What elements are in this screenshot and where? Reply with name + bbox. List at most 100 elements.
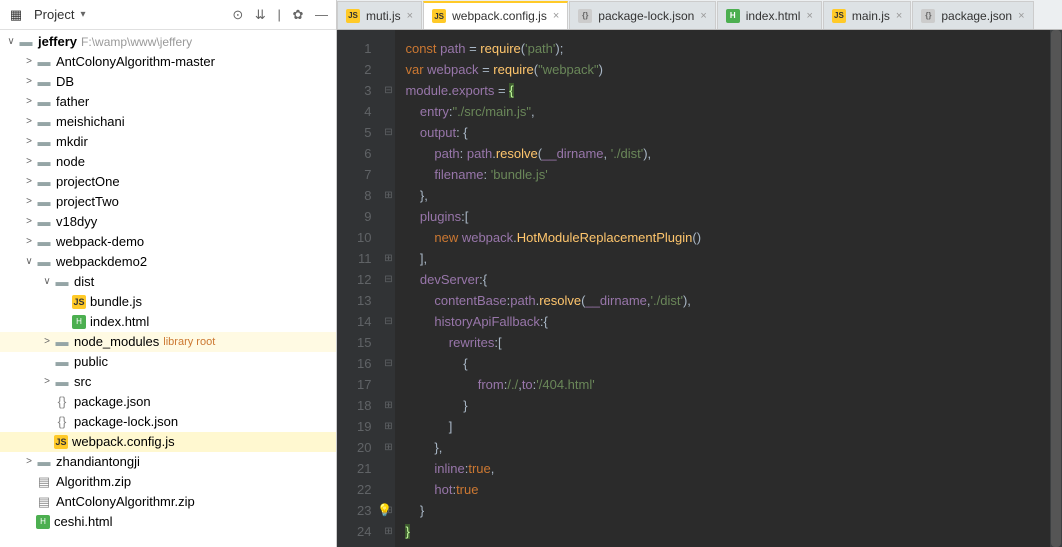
code-line[interactable]: module.exports = {	[405, 80, 1062, 101]
fold-marker[interactable]: ⊟	[381, 122, 395, 143]
tree-item[interactable]: >▬AntColonyAlgorithm-master	[0, 52, 336, 72]
fold-marker[interactable]	[381, 164, 395, 185]
dropdown-icon[interactable]: ▾	[80, 9, 85, 20]
expand-icon[interactable]: >	[22, 172, 36, 192]
expand-icon[interactable]: ∨	[22, 252, 36, 272]
close-icon[interactable]: ×	[1018, 10, 1024, 22]
collapse-icon[interactable]: ⇊	[255, 7, 266, 22]
expand-icon[interactable]: >	[22, 92, 36, 112]
fold-marker[interactable]: ⊞	[381, 521, 395, 542]
expand-icon[interactable]: >	[40, 372, 54, 392]
code-line[interactable]: new webpack.HotModuleReplacementPlugin()	[405, 227, 1062, 248]
close-icon[interactable]: ×	[896, 10, 902, 22]
scrollbar-track[interactable]	[1050, 30, 1062, 547]
code-line[interactable]: plugins:[	[405, 206, 1062, 227]
tree-item[interactable]: >▬node_moduleslibrary root	[0, 332, 336, 352]
expand-icon[interactable]: >	[22, 192, 36, 212]
fold-marker[interactable]	[381, 101, 395, 122]
tree-item[interactable]: >▬meishichani	[0, 112, 336, 132]
tree-item[interactable]: Hindex.html	[0, 312, 336, 332]
close-icon[interactable]: ×	[553, 10, 559, 22]
fold-marker[interactable]	[381, 374, 395, 395]
tree-item[interactable]: ▬public	[0, 352, 336, 372]
fold-marker[interactable]: ⊞	[381, 416, 395, 437]
project-tree[interactable]: ∨ ▬ jeffery F:\wamp\www\jeffery >▬AntCol…	[0, 30, 336, 547]
fold-marker[interactable]	[381, 458, 395, 479]
tree-item[interactable]: ∨▬webpackdemo2	[0, 252, 336, 272]
code-line[interactable]: contentBase:path.resolve(__dirname,'./di…	[405, 290, 1062, 311]
tree-item[interactable]: >▬zhandiantongji	[0, 452, 336, 472]
expand-icon[interactable]: ∨	[40, 272, 54, 292]
expand-icon[interactable]: >	[40, 332, 54, 352]
editor-tab[interactable]: JSwebpack.config.js×	[423, 1, 568, 29]
fold-marker[interactable]: ⊟	[381, 353, 395, 374]
code-line[interactable]: ]	[405, 416, 1062, 437]
expand-icon[interactable]: >	[22, 72, 36, 92]
tree-item[interactable]: >▬projectOne	[0, 172, 336, 192]
close-icon[interactable]: ×	[407, 10, 413, 22]
editor-tab[interactable]: {}package-lock.json×	[569, 1, 716, 29]
fold-marker[interactable]	[381, 206, 395, 227]
code-line[interactable]: rewrites:[	[405, 332, 1062, 353]
expand-icon[interactable]: >	[22, 452, 36, 472]
hide-icon[interactable]: —	[315, 7, 328, 22]
close-icon[interactable]: ×	[806, 10, 812, 22]
tree-item[interactable]: >▬mkdir	[0, 132, 336, 152]
fold-marker[interactable]	[381, 227, 395, 248]
tree-item[interactable]: {}package-lock.json	[0, 412, 336, 432]
intention-bulb-icon[interactable]: 💡	[377, 500, 392, 521]
tree-item[interactable]: >▬src	[0, 372, 336, 392]
fold-marker[interactable]	[381, 479, 395, 500]
code-line[interactable]: historyApiFallback:{	[405, 311, 1062, 332]
tree-item[interactable]: >▬webpack-demo	[0, 232, 336, 252]
project-title[interactable]: Project	[34, 7, 74, 22]
expand-icon[interactable]: >	[22, 212, 36, 232]
code-line[interactable]: }	[405, 500, 1062, 521]
tree-item[interactable]: ▤AntColonyAlgorithmr.zip	[0, 492, 336, 512]
code-line[interactable]: const path = require('path');	[405, 38, 1062, 59]
fold-marker[interactable]: ⊞	[381, 395, 395, 416]
locate-icon[interactable]: ⊙	[232, 7, 243, 22]
code-line[interactable]: filename: 'bundle.js'	[405, 164, 1062, 185]
code-line[interactable]: ],	[405, 248, 1062, 269]
code-line[interactable]: }	[405, 521, 1062, 542]
code-line[interactable]: },	[405, 437, 1062, 458]
code-line[interactable]: hot:true	[405, 479, 1062, 500]
tree-item[interactable]: >▬father	[0, 92, 336, 112]
tree-item[interactable]: JSbundle.js	[0, 292, 336, 312]
tree-root[interactable]: ∨ ▬ jeffery F:\wamp\www\jeffery	[0, 32, 336, 52]
code-line[interactable]: },	[405, 185, 1062, 206]
fold-marker[interactable]	[381, 59, 395, 80]
code-line[interactable]: devServer:{	[405, 269, 1062, 290]
editor-tab[interactable]: JSmain.js×	[823, 1, 911, 29]
fold-marker[interactable]	[381, 143, 395, 164]
fold-marker[interactable]	[381, 332, 395, 353]
code-line[interactable]: {	[405, 353, 1062, 374]
fold-marker[interactable]	[381, 38, 395, 59]
editor-tab[interactable]: JSmuti.js×	[337, 1, 422, 29]
code-line[interactable]: var webpack = require("webpack")	[405, 59, 1062, 80]
code-line[interactable]: }	[405, 395, 1062, 416]
editor-tab[interactable]: {}package.json×	[912, 1, 1033, 29]
code-area[interactable]: const path = require('path');var webpack…	[395, 30, 1062, 547]
expand-icon[interactable]: >	[22, 152, 36, 172]
settings-icon[interactable]: ✿	[292, 7, 303, 22]
editor-tab[interactable]: Hindex.html×	[717, 1, 822, 29]
tree-item[interactable]: {}package.json	[0, 392, 336, 412]
tree-item[interactable]: Hceshi.html	[0, 512, 336, 532]
code-line[interactable]: path: path.resolve(__dirname, './dist'),	[405, 143, 1062, 164]
tree-item[interactable]: JSwebpack.config.js	[0, 432, 336, 452]
code-line[interactable]: from:/./,to:'/404.html'	[405, 374, 1062, 395]
fold-marker[interactable]: ⊞	[381, 185, 395, 206]
code-line[interactable]: entry:"./src/main.js",	[405, 101, 1062, 122]
tree-item[interactable]: >▬v18dyy	[0, 212, 336, 232]
fold-marker[interactable]: ⊞	[381, 437, 395, 458]
fold-marker[interactable]: ⊞	[381, 248, 395, 269]
fold-marker[interactable]: ⊟	[381, 80, 395, 101]
expand-icon[interactable]: >	[22, 52, 36, 72]
fold-marker[interactable]: ⊟	[381, 269, 395, 290]
code-line[interactable]: output: {	[405, 122, 1062, 143]
tree-item[interactable]: >▬projectTwo	[0, 192, 336, 212]
expand-icon[interactable]: >	[22, 112, 36, 132]
expand-icon[interactable]: ∨	[4, 32, 18, 52]
